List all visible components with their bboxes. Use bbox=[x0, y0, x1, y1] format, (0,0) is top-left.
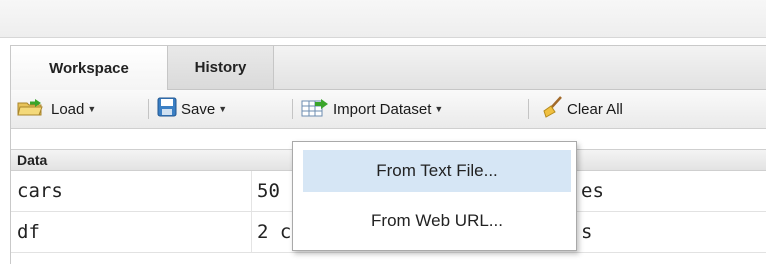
variable-value: 50 bbox=[257, 180, 280, 202]
folder-open-icon bbox=[17, 97, 47, 121]
variable-value: 2 c bbox=[257, 221, 292, 243]
chevron-down-icon: ▼ bbox=[434, 104, 444, 114]
broom-icon bbox=[541, 96, 563, 122]
save-label: Save bbox=[181, 100, 216, 118]
import-dataset-menu: From Text File... From Web URL... bbox=[292, 141, 577, 251]
tab-workspace[interactable]: Workspace bbox=[11, 46, 168, 90]
chevron-down-icon: ▼ bbox=[87, 104, 97, 114]
toolbar-divider bbox=[148, 99, 149, 119]
toolbar-divider bbox=[292, 99, 293, 119]
variable-type: s bbox=[581, 221, 593, 243]
menu-item-from-text-file[interactable]: From Text File... bbox=[303, 150, 571, 192]
clear-all-label: Clear All bbox=[567, 100, 623, 118]
column-divider bbox=[251, 171, 252, 211]
save-button[interactable]: Save ▼ bbox=[157, 90, 227, 128]
tab-bar: Workspace History bbox=[11, 46, 766, 90]
variable-name: cars bbox=[17, 180, 63, 202]
chevron-down-icon: ▼ bbox=[218, 104, 228, 114]
floppy-disk-icon bbox=[157, 97, 177, 121]
import-dataset-label: Import Dataset bbox=[333, 100, 432, 118]
import-table-icon bbox=[301, 97, 329, 121]
menu-item-from-web-url[interactable]: From Web URL... bbox=[303, 200, 571, 242]
load-button[interactable]: Load ▼ bbox=[17, 90, 96, 128]
tab-history[interactable]: History bbox=[168, 46, 274, 89]
column-divider bbox=[251, 212, 252, 252]
import-dataset-button[interactable]: Import Dataset ▼ bbox=[301, 90, 443, 128]
workspace-toolbar: Load ▼ Save ▼ Import Dataset ▼ Clear All bbox=[11, 90, 766, 129]
variable-type: es bbox=[581, 180, 604, 202]
clear-all-button[interactable]: Clear All bbox=[541, 90, 623, 128]
toolbar-divider bbox=[528, 99, 529, 119]
variable-name: df bbox=[17, 221, 40, 243]
window-top-band bbox=[0, 0, 766, 38]
load-label: Load bbox=[51, 100, 85, 118]
